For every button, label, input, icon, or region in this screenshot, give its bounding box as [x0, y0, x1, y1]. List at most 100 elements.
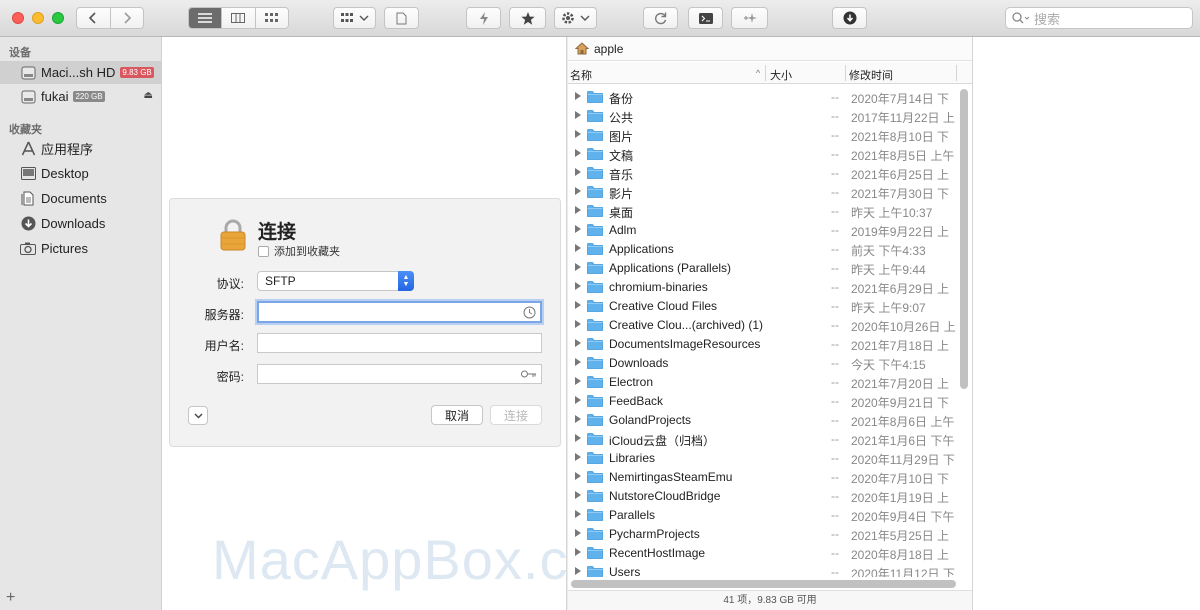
disclosure-triangle-icon[interactable] [575, 263, 581, 271]
table-row[interactable]: Adlm -- 2019年9月22日 上 [568, 220, 958, 239]
add-location-button[interactable]: + [6, 589, 15, 607]
disclosure-triangle-icon[interactable] [575, 453, 581, 461]
horizontal-scrollbar[interactable] [571, 580, 956, 588]
disclosure-triangle-icon[interactable] [575, 339, 581, 347]
action-menu-button[interactable] [554, 7, 597, 29]
table-row[interactable]: 音乐 -- 2021年6月25日 上 [568, 163, 958, 182]
table-row[interactable]: Creative Clou...(archived) (1) -- 2020年10月… [568, 315, 958, 334]
table-row[interactable]: 公共 -- 2017年11月22日 上 [568, 106, 958, 125]
checkbox-box[interactable] [258, 245, 269, 257]
table-row[interactable]: PycharmProjects -- 2021年5月25日 上 [568, 524, 958, 543]
sidebar-item-desktop[interactable]: Desktop [0, 162, 161, 185]
table-row[interactable]: DocumentsImageResources -- 2021年7月18日 上 [568, 334, 958, 353]
disclosure-triangle-icon[interactable] [575, 187, 581, 195]
table-row[interactable]: FeedBack -- 2020年9月21日 下 [568, 391, 958, 410]
table-row[interactable]: 桌面 -- 昨天 上午10:37 [568, 201, 958, 220]
sidebar-item-downloads[interactable]: Downloads [0, 212, 161, 235]
disclosure-triangle-icon[interactable] [575, 130, 581, 138]
col-date-header[interactable]: 修改时间 [849, 67, 893, 83]
add-to-favorites-checkbox[interactable]: 添加到收藏夹 [258, 243, 340, 259]
close-window-button[interactable] [12, 12, 24, 24]
table-row[interactable]: 图片 -- 2021年8月10日 下 [568, 125, 958, 144]
sidebar-item-documents[interactable]: Documents [0, 187, 161, 210]
table-row[interactable]: chromium-binaries -- 2021年6月29日 上 [568, 277, 958, 296]
disclosure-triangle-icon[interactable] [575, 225, 581, 233]
search-field[interactable]: 搜索 [1005, 7, 1193, 29]
file-name: chromium-binaries [609, 280, 708, 294]
table-row[interactable]: Users -- 2020年11月12日 下 [568, 562, 958, 577]
key-icon[interactable] [521, 370, 537, 378]
disclosure-triangle-icon[interactable] [575, 472, 581, 480]
terminal-button[interactable] [688, 7, 723, 29]
disclosure-triangle-icon[interactable] [575, 92, 581, 100]
disclosure-triangle-icon[interactable] [575, 529, 581, 537]
disclosure-triangle-icon[interactable] [575, 567, 581, 575]
table-row[interactable]: 备份 -- 2020年7月14日 下 [568, 87, 958, 106]
disclosure-triangle-icon[interactable] [575, 168, 581, 176]
disclosure-triangle-icon[interactable] [575, 111, 581, 119]
disclosure-triangle-icon[interactable] [575, 149, 581, 157]
quick-connect-button[interactable] [466, 7, 501, 29]
cancel-button[interactable]: 取消 [431, 405, 483, 425]
password-input[interactable] [257, 364, 542, 384]
disclosure-triangle-icon[interactable] [575, 320, 581, 328]
list-view-button[interactable] [189, 8, 222, 28]
sidebar-item-applications[interactable]: 应用程序 [0, 137, 161, 160]
disclosure-triangle-icon[interactable] [575, 396, 581, 404]
disclosure-triangle-icon[interactable] [575, 301, 581, 309]
new-file-button[interactable] [384, 7, 419, 29]
zoom-window-button[interactable] [52, 12, 64, 24]
disclosure-triangle-icon[interactable] [575, 415, 581, 423]
path-bar[interactable]: apple [568, 37, 972, 61]
disclosure-triangle-icon[interactable] [575, 358, 581, 366]
table-row[interactable]: iCloud云盘（归档） -- 2021年1月6日 下午 [568, 429, 958, 448]
disclosure-triangle-icon[interactable] [575, 548, 581, 556]
table-row[interactable]: Electron -- 2021年7月20日 上 [568, 372, 958, 391]
arrange-dropdown[interactable] [333, 7, 376, 29]
sync-browse-button[interactable] [731, 7, 768, 29]
table-row[interactable]: Applications -- 前天 下午4:33 [568, 239, 958, 258]
favorites-button[interactable] [509, 7, 546, 29]
table-row[interactable]: GolandProjects -- 2021年8月6日 上午 [568, 410, 958, 429]
connect-button[interactable]: 连接 [490, 405, 542, 425]
col-name-header[interactable]: 名称 [570, 67, 592, 83]
table-row[interactable]: RecentHostImage -- 2020年8月18日 上 [568, 543, 958, 562]
disclosure-triangle-icon[interactable] [575, 244, 581, 252]
disclosure-triangle-icon[interactable] [575, 377, 581, 385]
options-disclosure-button[interactable] [188, 406, 208, 425]
minimize-window-button[interactable] [32, 12, 44, 24]
disclosure-triangle-icon[interactable] [575, 434, 581, 442]
disclosure-triangle-icon[interactable] [575, 206, 581, 214]
eject-icon[interactable]: ⏏ [144, 90, 153, 101]
disclosure-triangle-icon[interactable] [575, 282, 581, 290]
username-input[interactable] [257, 333, 542, 353]
devices-heading: 设备 [9, 47, 31, 59]
sidebar-item-fukai[interactable]: fukai 220 GB ⏏ [0, 85, 161, 108]
download-circle-icon [843, 11, 856, 25]
table-row[interactable]: NemirtingasSteamEmu -- 2020年7月10日 下 [568, 467, 958, 486]
sidebar-item-pictures[interactable]: Pictures [0, 237, 161, 260]
refresh-button[interactable] [643, 7, 678, 29]
table-row[interactable]: Libraries -- 2020年11月29日 下 [568, 448, 958, 467]
col-size-header[interactable]: 大小 [770, 67, 792, 83]
table-row[interactable]: Parallels -- 2020年9月4日 下午 [568, 505, 958, 524]
vertical-scrollbar[interactable] [960, 89, 968, 389]
table-row[interactable]: Downloads -- 今天 下午4:15 [568, 353, 958, 372]
disclosure-triangle-icon[interactable] [575, 491, 581, 499]
disclosure-triangle-icon[interactable] [575, 510, 581, 518]
table-row[interactable]: 影片 -- 2021年7月30日 下 [568, 182, 958, 201]
forward-button[interactable] [109, 8, 144, 28]
table-row[interactable]: NutstoreCloudBridge -- 2020年1月19日 上 [568, 486, 958, 505]
table-row[interactable]: Creative Cloud Files -- 昨天 上午9:07 [568, 296, 958, 315]
table-row[interactable]: 文稿 -- 2021年8月5日 上午 [568, 144, 958, 163]
downloads-button[interactable] [832, 7, 867, 29]
protocol-select[interactable]: SFTP ▲ ▼ [257, 271, 414, 291]
server-input[interactable] [257, 301, 542, 323]
folder-icon [587, 527, 603, 543]
history-clock-icon[interactable] [523, 306, 536, 319]
sidebar-item-macintosh-hd[interactable]: Maci...sh HD 9.83 GB [0, 61, 161, 84]
icon-view-button[interactable] [254, 8, 288, 28]
back-button[interactable] [77, 8, 110, 28]
table-row[interactable]: Applications (Parallels) -- 昨天 上午9:44 [568, 258, 958, 277]
column-view-button[interactable] [221, 8, 254, 28]
